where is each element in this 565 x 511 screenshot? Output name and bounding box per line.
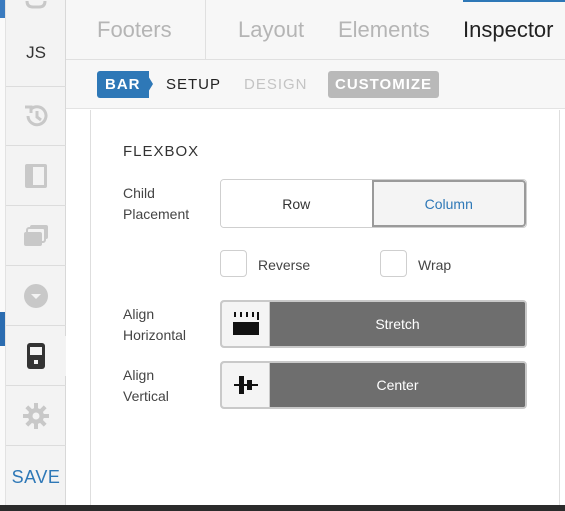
child-placement-toggle: Row Column (220, 179, 527, 228)
layout-panel-icon[interactable] (6, 156, 66, 196)
subtab-customize[interactable]: CUSTOMIZE (328, 71, 440, 98)
flexbox-panel: FLEXBOX Child Placement Row Column Rever… (90, 110, 560, 511)
tab-elements[interactable]: Elements (338, 0, 430, 60)
wrap-checkbox[interactable] (380, 250, 407, 277)
layers-icon[interactable] (6, 216, 66, 256)
tab-inspector[interactable]: Inspector (463, 0, 554, 60)
top-tab-bar: Footers Layout Elements Inspector (66, 0, 565, 60)
wrap-label: Wrap (418, 257, 452, 273)
window-bottom-edge (0, 505, 565, 511)
align-horizontal-value: Stretch (270, 302, 525, 346)
inspector-sub-tabs: BAR SETUP DESIGN CUSTOMIZE (66, 60, 565, 109)
save-label: SAVE (11, 466, 61, 487)
subtab-design[interactable]: DESIGN (244, 71, 308, 98)
stretch-icon (222, 302, 270, 346)
placement-column-button[interactable]: Column (371, 180, 526, 227)
settings-gear-icon[interactable] (6, 396, 66, 436)
section-title: FLEXBOX (123, 143, 200, 160)
breadcrumb-bar[interactable]: BAR (97, 71, 149, 98)
reverse-label: Reverse (258, 257, 311, 273)
placement-row-button[interactable]: Row (221, 180, 372, 227)
left-sidebar: JS SAVE (5, 0, 66, 511)
js-button[interactable]: JS (6, 26, 66, 80)
subtab-setup[interactable]: SETUP (166, 71, 221, 98)
css-icon[interactable] (6, 0, 66, 10)
align-vertical-select[interactable]: Center (220, 361, 527, 409)
tab-footers[interactable]: Footers (97, 0, 172, 60)
js-label: JS (26, 43, 46, 62)
reverse-checkbox[interactable] (220, 250, 247, 277)
app-window: JS SAVE Footers Layout Elements Inspecto… (0, 0, 565, 511)
child-placement-label: Child Placement (123, 185, 190, 222)
breadcrumb-arrow (145, 71, 153, 97)
align-horizontal-select[interactable]: Stretch (220, 300, 527, 348)
tab-layout[interactable]: Layout (238, 0, 304, 60)
mobile-device-icon[interactable] (6, 336, 66, 376)
align-vertical-label: Align Vertical (123, 367, 169, 404)
save-button[interactable]: SAVE (6, 456, 66, 498)
history-icon[interactable] (6, 96, 66, 136)
align-horizontal-label: Align Horizontal (123, 306, 187, 343)
align-vertical-value: Center (270, 363, 525, 407)
dropdown-circle-icon[interactable] (6, 276, 66, 316)
center-align-icon (222, 363, 270, 407)
